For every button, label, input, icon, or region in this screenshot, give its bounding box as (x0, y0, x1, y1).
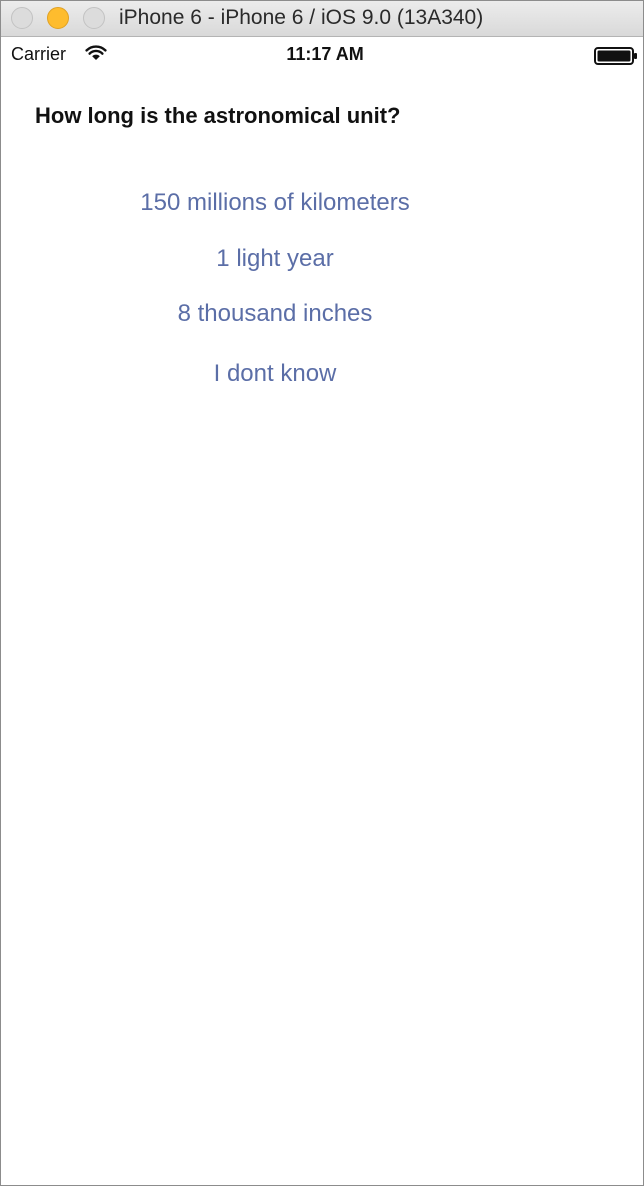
ios-status-bar: Carrier 11:17 AM (1, 38, 643, 70)
answer-button-4[interactable]: I dont know (1, 360, 549, 388)
zoom-window-button[interactable] (83, 7, 105, 29)
answer-button-3[interactable]: 8 thousand inches (1, 300, 549, 328)
window-title: iPhone 6 - iPhone 6 / iOS 9.0 (13A340) (119, 6, 484, 29)
minimize-window-button[interactable] (47, 7, 69, 29)
simulator-window: iPhone 6 - iPhone 6 / iOS 9.0 (13A340) C… (0, 0, 644, 1186)
answer-button-1[interactable]: 150 millions of kilometers (1, 189, 549, 217)
battery-icon (594, 47, 638, 65)
close-window-button[interactable] (11, 7, 33, 29)
status-time: 11:17 AM (286, 44, 364, 64)
answer-button-2[interactable]: 1 light year (1, 245, 549, 273)
window-titlebar: iPhone 6 - iPhone 6 / iOS 9.0 (13A340) (1, 1, 643, 37)
question-label: How long is the astronomical unit? (35, 103, 401, 128)
